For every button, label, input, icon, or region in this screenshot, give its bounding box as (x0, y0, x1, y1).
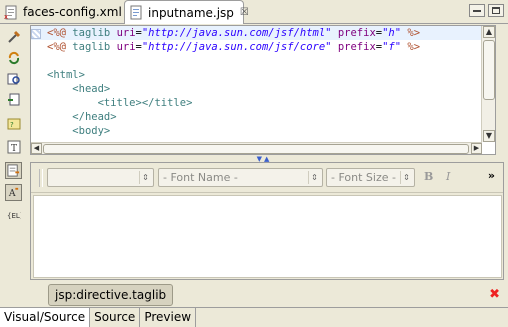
scroll-down-icon[interactable]: ▼ (483, 130, 495, 142)
code-line[interactable]: <html> (31, 68, 482, 82)
code-token: "http://java.sun.com/jsf/html" (141, 27, 332, 39)
visual-editor: ⇕ - Font Name - ⇕ - Font Size - ⇕ B I » (30, 162, 504, 280)
line-marker-icon (31, 29, 41, 39)
tab-preview[interactable]: Preview (140, 308, 197, 327)
combo-arrow-icon: ⇕ (308, 171, 320, 184)
svg-text:x: x (4, 13, 8, 20)
tools-icon[interactable] (5, 28, 22, 45)
style-combo[interactable]: ⇕ (47, 168, 154, 187)
code-area[interactable]: <%@ taglib uri="http://java.sun.com/jsf/… (31, 26, 482, 142)
italic-button[interactable]: I (446, 170, 450, 183)
code-token: "http://java.sun.com/jsf/core" (141, 41, 332, 53)
scroll-left-icon[interactable]: ◀ (31, 143, 42, 154)
xml-file-icon: x (4, 5, 19, 21)
code-line[interactable]: <head> (31, 82, 482, 96)
font-name-combo[interactable]: - Font Name - ⇕ (158, 168, 323, 187)
tab-source[interactable]: Source (90, 308, 141, 327)
scroll-up-icon[interactable]: ▲ (483, 26, 495, 38)
tool-palette: ? T A {EL} (0, 25, 27, 280)
close-icon[interactable]: ✖ (489, 287, 500, 302)
code-token: prefix (337, 41, 376, 53)
import-icon[interactable] (5, 91, 22, 108)
code-token: <head> (72, 83, 111, 95)
font-size-combo[interactable]: - Font Size - ⇕ (326, 168, 415, 187)
svg-text:T: T (11, 144, 17, 154)
visual-canvas[interactable] (33, 195, 502, 278)
editor-tabbar: x faces-config.xml inputname.jsp ☒ (0, 0, 508, 24)
expression-icon[interactable]: ? (5, 115, 22, 132)
code-token: <body> (72, 125, 111, 137)
code-token: uri (116, 27, 136, 39)
svg-text:?: ? (10, 121, 14, 129)
code-token: %> (401, 27, 421, 39)
code-token: <%@ (47, 41, 73, 53)
jsp-file-icon (129, 5, 144, 20)
text-icon[interactable]: T (5, 138, 22, 155)
scroll-right-icon[interactable]: ▶ (471, 143, 482, 154)
find-icon[interactable] (5, 70, 22, 87)
font-size-value: - Font Size - (331, 171, 396, 184)
format-toolbar: ⇕ - Font Name - ⇕ - Font Size - ⇕ B I » (31, 163, 503, 193)
vertical-scrollbar[interactable]: ▲ ▼ (481, 26, 495, 142)
code-line[interactable]: </head> (31, 110, 482, 124)
tab-label: faces-config.xml (23, 5, 122, 19)
code-token: <title></title> (97, 97, 193, 109)
code-token: <%@ (47, 27, 73, 39)
code-token: "h" (382, 27, 402, 39)
more-tools-button[interactable]: » (488, 169, 495, 182)
selection-path-badge[interactable]: jsp:directive.taglib (48, 284, 174, 306)
close-tab-icon[interactable]: ☒ (240, 7, 249, 18)
tab-inputname-jsp[interactable]: inputname.jsp ☒ (124, 0, 249, 24)
code-token: "f" (382, 41, 402, 53)
bold-button[interactable]: B (424, 170, 433, 183)
code-token: %> (401, 41, 421, 53)
el-icon[interactable]: {EL} (5, 206, 22, 223)
minimize-button[interactable] (469, 4, 485, 17)
tab-label: inputname.jsp (148, 5, 234, 20)
code-line[interactable]: <title></title> (31, 96, 482, 110)
window-controls (469, 4, 504, 17)
refresh-icon[interactable] (5, 49, 22, 66)
svg-text:A: A (8, 188, 16, 199)
code-token: taglib (72, 27, 117, 39)
combo-arrow-icon: ⇕ (400, 171, 412, 184)
maximize-button[interactable] (488, 4, 504, 17)
code-token: prefix (337, 27, 376, 39)
bottom-tabbar: Visual/Source Source Preview (0, 307, 508, 327)
code-line[interactable]: <%@ taglib uri="http://java.sun.com/jsf/… (31, 40, 482, 54)
code-line[interactable]: <%@ taglib uri="http://java.sun.com/jsf/… (31, 26, 482, 40)
selected-item-icon[interactable] (5, 162, 22, 179)
code-line[interactable]: <body> (31, 124, 482, 138)
toolbar-grip[interactable] (39, 169, 43, 187)
code-token: uri (116, 41, 136, 53)
code-token: taglib (72, 41, 117, 53)
svg-text:{EL}: {EL} (7, 212, 21, 220)
code-line[interactable] (31, 54, 482, 68)
font-name-value: - Font Name - (163, 171, 238, 184)
horizontal-scrollbar[interactable]: ◀ ▶ (31, 142, 482, 154)
split-sash[interactable]: ▼ ▲ (30, 155, 496, 163)
tab-visual-source[interactable]: Visual/Source (0, 308, 91, 327)
source-editor[interactable]: <%@ taglib uri="http://java.sun.com/jsf/… (30, 25, 496, 155)
tab-faces-config[interactable]: x faces-config.xml (0, 0, 124, 24)
bundle-icon[interactable]: A (5, 184, 22, 201)
scroll-thumb-horizontal[interactable] (43, 144, 469, 154)
code-token: </head> (72, 111, 117, 123)
combo-arrow-icon: ⇕ (139, 171, 151, 184)
scroll-thumb[interactable] (483, 40, 495, 100)
code-token: <html> (47, 69, 85, 81)
